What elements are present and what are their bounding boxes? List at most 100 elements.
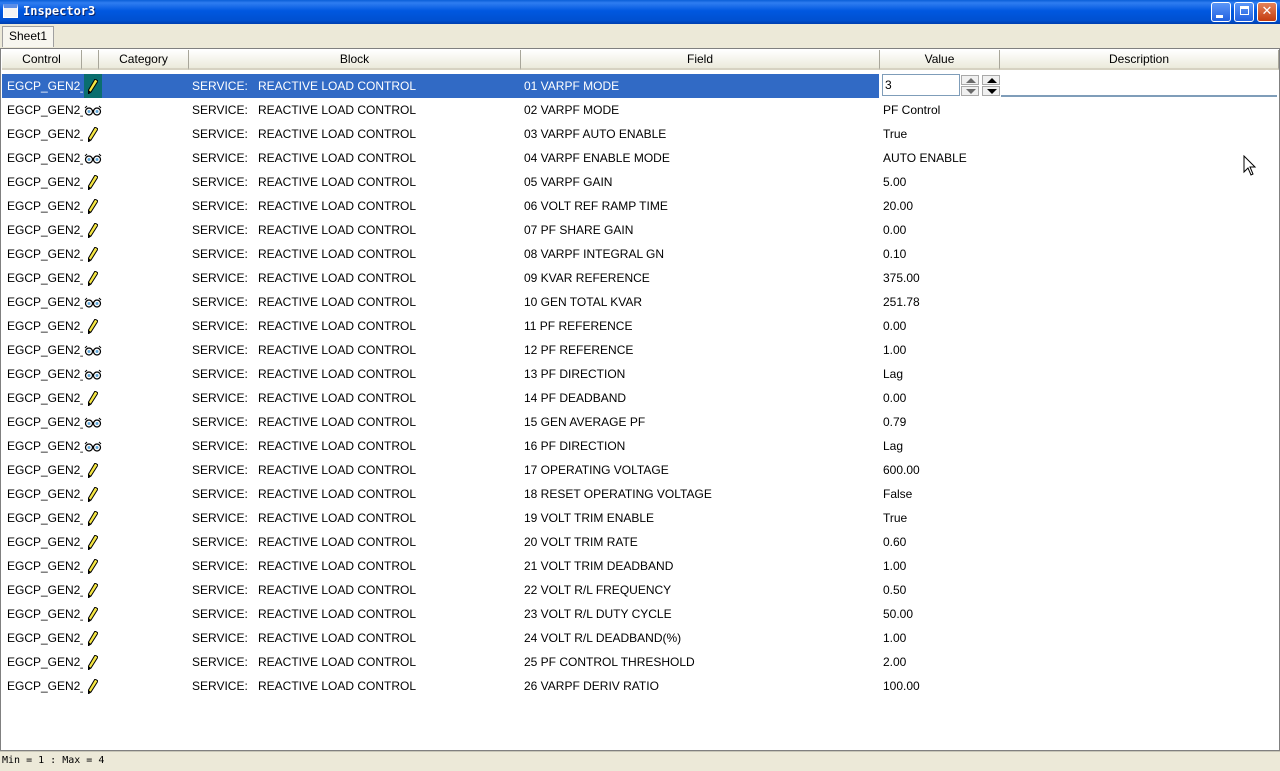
cell-block[interactable]: REACTIVE LOAD CONTROL	[258, 338, 520, 362]
table-row[interactable]: EGCP_GEN2_C SERVICE: HREACTIVE LOAD CONTR…	[2, 122, 1278, 146]
cell-field[interactable]: 07 PF SHARE GAIN	[524, 218, 878, 242]
cell-control[interactable]: EGCP_GEN2_C	[7, 602, 83, 626]
cell-field[interactable]: 01 VARPF MODE	[524, 74, 878, 98]
cell-field[interactable]: 03 VARPF AUTO ENABLE	[524, 122, 878, 146]
cell-block[interactable]: REACTIVE LOAD CONTROL	[258, 386, 520, 410]
cell-control[interactable]: EGCP_GEN2_C	[7, 554, 83, 578]
cell-control[interactable]: EGCP_GEN2_C	[7, 194, 83, 218]
cell-block[interactable]: REACTIVE LOAD CONTROL	[258, 674, 520, 698]
cell-value[interactable]: 2.00	[883, 650, 999, 674]
value-input[interactable]: 3	[882, 74, 960, 96]
cell-value[interactable]: 0.00	[883, 314, 999, 338]
table-row[interactable]: EGCP_GEN2_C SERVICE: HREACTIVE LOAD CONTR…	[2, 218, 1278, 242]
cell-category[interactable]: SERVICE: H	[192, 602, 252, 626]
cell-value[interactable]: 0.60	[883, 530, 999, 554]
table-row[interactable]: EGCP_GEN2_C SERVICE: HREACTIVE LOAD CONTR…	[2, 242, 1278, 266]
app-icon[interactable]	[3, 4, 18, 18]
cell-control[interactable]: EGCP_GEN2_C	[7, 242, 83, 266]
cell-control[interactable]: EGCP_GEN2_C	[7, 290, 83, 314]
description-input[interactable]	[1001, 74, 1277, 97]
cell-category[interactable]: SERVICE: H	[192, 458, 252, 482]
cell-control[interactable]: EGCP_GEN2_C	[7, 98, 83, 122]
cell-control[interactable]: EGCP_GEN2_C	[7, 410, 83, 434]
cell-category[interactable]: SERVICE: H	[192, 674, 252, 698]
column-header-value[interactable]: Value	[880, 50, 1000, 70]
cell-block[interactable]: REACTIVE LOAD CONTROL	[258, 410, 520, 434]
cell-field[interactable]: 16 PF DIRECTION	[524, 434, 878, 458]
cell-block[interactable]: REACTIVE LOAD CONTROL	[258, 242, 520, 266]
cell-value[interactable]: 1.00	[883, 626, 999, 650]
cell-field[interactable]: 13 PF DIRECTION	[524, 362, 878, 386]
cell-category[interactable]: SERVICE: H	[192, 410, 252, 434]
table-row[interactable]: EGCP_GEN2_C SERVICE: HREACTIVE LOAD CONTR…	[2, 578, 1278, 602]
cell-field[interactable]: 20 VOLT TRIM RATE	[524, 530, 878, 554]
cell-control[interactable]: EGCP_GEN2_C	[7, 434, 83, 458]
cell-control[interactable]: EGCP_GEN2_C	[7, 674, 83, 698]
cell-field[interactable]: 15 GEN AVERAGE PF	[524, 410, 878, 434]
cell-category[interactable]: SERVICE: H	[192, 650, 252, 674]
cell-control[interactable]: EGCP_GEN2_C	[7, 578, 83, 602]
cell-value[interactable]: Lag	[883, 434, 999, 458]
cell-control[interactable]: EGCP_GEN2_C	[7, 74, 83, 98]
cell-block[interactable]: REACTIVE LOAD CONTROL	[258, 170, 520, 194]
cell-block[interactable]: REACTIVE LOAD CONTROL	[258, 578, 520, 602]
cell-value[interactable]: 600.00	[883, 458, 999, 482]
cell-field[interactable]: 08 VARPF INTEGRAL GN	[524, 242, 878, 266]
cell-block[interactable]: REACTIVE LOAD CONTROL	[258, 218, 520, 242]
cell-field[interactable]: 18 RESET OPERATING VOLTAGE	[524, 482, 878, 506]
cell-value[interactable]: 251.78	[883, 290, 999, 314]
cell-category[interactable]: SERVICE: H	[192, 530, 252, 554]
cell-category[interactable]: SERVICE: H	[192, 242, 252, 266]
table-row[interactable]: EGCP_GEN2_C SERVICE: HREACTIVE LOAD CONTR…	[2, 338, 1278, 362]
cell-category[interactable]: SERVICE: H	[192, 74, 252, 98]
table-row[interactable]: EGCP_GEN2_C SERVICE: HREACTIVE LOAD CONTR…	[2, 194, 1278, 218]
cell-field[interactable]: 06 VOLT REF RAMP TIME	[524, 194, 878, 218]
cell-block[interactable]: REACTIVE LOAD CONTROL	[258, 434, 520, 458]
column-header-icon[interactable]	[82, 50, 99, 70]
table-row[interactable]: EGCP_GEN2_C SERVICE: HREACTIVE LOAD CONTR…	[2, 314, 1278, 338]
cell-field[interactable]: 21 VOLT TRIM DEADBAND	[524, 554, 878, 578]
cell-field[interactable]: 23 VOLT R/L DUTY CYCLE	[524, 602, 878, 626]
cell-field[interactable]: 09 KVAR REFERENCE	[524, 266, 878, 290]
cell-value[interactable]: 20.00	[883, 194, 999, 218]
column-header-control[interactable]: Control	[2, 50, 82, 70]
cell-control[interactable]: EGCP_GEN2_C	[7, 266, 83, 290]
cell-block[interactable]: REACTIVE LOAD CONTROL	[258, 146, 520, 170]
spin-up-button[interactable]	[961, 75, 979, 85]
cell-control[interactable]: EGCP_GEN2_C	[7, 482, 83, 506]
cell-control[interactable]: EGCP_GEN2_C	[7, 650, 83, 674]
cell-field[interactable]: 22 VOLT R/L FREQUENCY	[524, 578, 878, 602]
cell-block[interactable]: REACTIVE LOAD CONTROL	[258, 458, 520, 482]
cell-block[interactable]: REACTIVE LOAD CONTROL	[258, 626, 520, 650]
cell-value[interactable]: 0.50	[883, 578, 999, 602]
cell-field[interactable]: 11 PF REFERENCE	[524, 314, 878, 338]
table-row[interactable]: EGCP_GEN2_C SERVICE: HREACTIVE LOAD CONTR…	[2, 386, 1278, 410]
cell-category[interactable]: SERVICE: H	[192, 386, 252, 410]
cell-value[interactable]: 0.10	[883, 242, 999, 266]
inspector-grid[interactable]: Control Category Block Field Value Descr…	[0, 48, 1280, 751]
cell-field[interactable]: 12 PF REFERENCE	[524, 338, 878, 362]
cell-block[interactable]: REACTIVE LOAD CONTROL	[258, 602, 520, 626]
tab-sheet1[interactable]: Sheet1	[2, 26, 55, 47]
cell-block[interactable]: REACTIVE LOAD CONTROL	[258, 530, 520, 554]
cell-category[interactable]: SERVICE: H	[192, 194, 252, 218]
cell-field[interactable]: 17 OPERATING VOLTAGE	[524, 458, 878, 482]
cell-category[interactable]: SERVICE: H	[192, 578, 252, 602]
cell-category[interactable]: SERVICE: H	[192, 554, 252, 578]
cell-block[interactable]: REACTIVE LOAD CONTROL	[258, 362, 520, 386]
cell-field[interactable]: 26 VARPF DERIV RATIO	[524, 674, 878, 698]
cell-block[interactable]: REACTIVE LOAD CONTROL	[258, 74, 520, 98]
title-bar[interactable]: Inspector3 ✕	[0, 0, 1280, 24]
cell-field[interactable]: 02 VARPF MODE	[524, 98, 878, 122]
spin-down-button[interactable]	[961, 86, 979, 96]
cell-category[interactable]: SERVICE: H	[192, 482, 252, 506]
cell-category[interactable]: SERVICE: H	[192, 506, 252, 530]
cell-value[interactable]: 1.00	[883, 554, 999, 578]
table-row[interactable]: EGCP_GEN2_C SERVICE: HREACTIVE LOAD CONTR…	[2, 434, 1278, 458]
spinner-dark[interactable]	[982, 75, 1000, 97]
cell-control[interactable]: EGCP_GEN2_C	[7, 338, 83, 362]
cell-category[interactable]: SERVICE: H	[192, 338, 252, 362]
cell-category[interactable]: SERVICE: H	[192, 434, 252, 458]
cell-category[interactable]: SERVICE: H	[192, 290, 252, 314]
cell-category[interactable]: SERVICE: H	[192, 98, 252, 122]
